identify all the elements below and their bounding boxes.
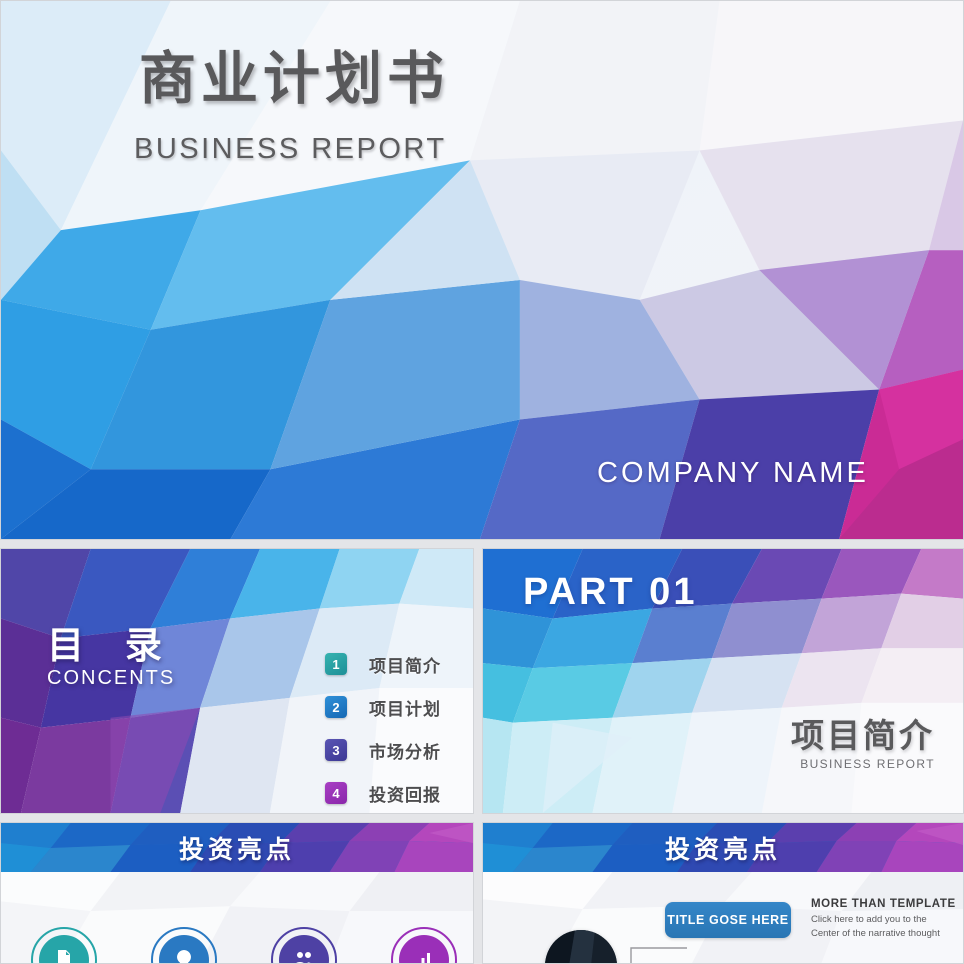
highlights-banner-left: 投资亮点 <box>1 823 473 872</box>
part-divider-slide[interactable]: PART 01 项目简介 BUSINESS REPORT <box>482 548 964 814</box>
contents-item-label: 投资回报 <box>369 785 441 806</box>
people-icon[interactable] <box>271 927 337 963</box>
part-title: 项目简介 <box>791 716 935 755</box>
part-number-label: PART 01 <box>523 571 698 613</box>
highlight-icon-row <box>31 927 457 963</box>
cover-title: 商业计划书 <box>139 46 449 112</box>
highlights-icons-slide[interactable]: 投资亮点 <box>0 822 474 964</box>
highlights-banner-title: 投资亮点 <box>178 834 295 864</box>
highlights-detail-body: TITLE GOSE HERE MORE THAN TEMPLATE Click… <box>483 872 963 963</box>
part-subtitle: BUSINESS REPORT <box>800 757 935 771</box>
contents-item-label: 市场分析 <box>369 742 441 763</box>
contents-title: 目 录 <box>47 624 176 667</box>
cover-company-name: COMPANY NAME <box>597 457 869 489</box>
cover-slide[interactable]: 商业计划书 BUSINESS REPORT COMPANY NAME <box>0 0 964 540</box>
description-line-2: Center of the narrative thought <box>811 927 940 939</box>
highlights-icons-body <box>1 872 473 963</box>
contents-item-label: 项目简介 <box>369 656 441 677</box>
highlights-detail-slide[interactable]: TITLE GOSE HERE MORE THAN TEMPLATE Click… <box>482 822 964 964</box>
description-block: MORE THAN TEMPLATE Click here to add you… <box>811 898 961 941</box>
contents-number-badge: 3 <box>325 739 347 761</box>
contents-list: 1 项目简介 2 项目计划 3 市场分析 4 投资回报 <box>325 645 441 813</box>
contents-item-label: 项目计划 <box>369 699 441 720</box>
connector-path <box>630 947 687 963</box>
contents-number-badge: 2 <box>325 696 347 718</box>
cover-subtitle: BUSINESS REPORT <box>134 133 447 165</box>
lightbulb-icon[interactable] <box>151 927 217 963</box>
list-item[interactable]: 3 市场分析 <box>325 731 441 769</box>
list-item[interactable]: 4 投资回报 <box>325 774 441 812</box>
chart-icon[interactable] <box>391 927 457 963</box>
highlights-banner-title: 投资亮点 <box>664 834 781 864</box>
document-icon[interactable] <box>31 927 97 963</box>
highlights-banner-right: 投资亮点 <box>483 823 963 872</box>
connector-line <box>629 934 687 963</box>
description-heading: MORE THAN TEMPLATE <box>811 898 956 910</box>
contents-number-badge: 4 <box>325 782 347 804</box>
description-line-1: Click here to add you to the <box>811 914 927 925</box>
list-item[interactable]: 1 项目简介 <box>325 645 441 683</box>
list-item[interactable]: 2 项目计划 <box>325 688 441 726</box>
contents-slide[interactable]: 目 录 CONCENTS 1 项目简介 2 项目计划 3 市场分析 4 投资回报 <box>0 548 474 814</box>
contents-number-badge: 1 <box>325 653 347 675</box>
presentation-preview: 商业计划书 BUSINESS REPORT COMPANY NAME 目 录 C… <box>0 0 964 964</box>
title-button[interactable]: TITLE GOSE HERE <box>665 902 791 938</box>
contents-subtitle: CONCENTS <box>47 667 176 689</box>
